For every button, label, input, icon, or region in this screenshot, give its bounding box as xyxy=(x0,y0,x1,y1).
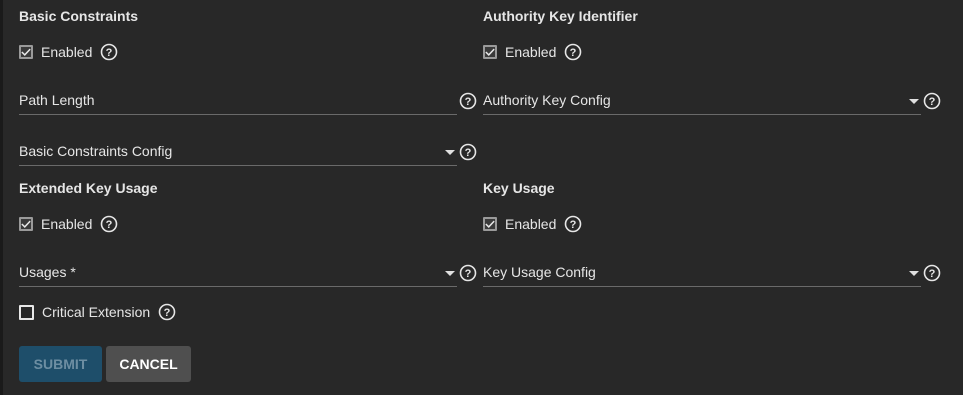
cancel-button[interactable]: CANCEL xyxy=(106,346,191,382)
key-usage-enabled-row[interactable]: Enabled ? xyxy=(483,214,582,234)
usages-select[interactable]: Usages * xyxy=(19,258,457,287)
basic-constraints-enabled-checkbox[interactable] xyxy=(19,45,33,59)
dropdown-caret-icon xyxy=(445,271,455,276)
help-circle-icon[interactable]: ? xyxy=(923,264,941,282)
svg-text:?: ? xyxy=(465,268,472,280)
key-usage-enabled-label: Enabled xyxy=(505,216,557,232)
path-length-field[interactable]: Path Length xyxy=(19,86,457,115)
svg-text:?: ? xyxy=(929,96,936,108)
key-usage-enabled-checkbox[interactable] xyxy=(483,217,497,231)
help-circle-icon[interactable]: ? xyxy=(459,143,477,161)
extended-key-usage-enabled-label: Enabled xyxy=(41,216,93,232)
svg-text:?: ? xyxy=(929,268,936,280)
help-circle-icon[interactable]: ? xyxy=(459,92,477,110)
help-circle-icon[interactable]: ? xyxy=(564,43,582,61)
svg-text:?: ? xyxy=(570,219,577,231)
authority-key-enabled-checkbox[interactable] xyxy=(483,45,497,59)
authority-key-config-select[interactable]: Authority Key Config xyxy=(483,86,921,115)
help-circle-icon[interactable]: ? xyxy=(923,92,941,110)
basic-constraints-config-label: Basic Constraints Config xyxy=(19,143,173,159)
critical-extension-label: Critical Extension xyxy=(42,304,151,320)
checkmark-icon xyxy=(485,48,495,56)
help-circle-icon[interactable]: ? xyxy=(158,303,176,321)
svg-text:?: ? xyxy=(465,96,472,108)
usages-label: Usages * xyxy=(19,264,76,280)
help-circle-icon[interactable]: ? xyxy=(564,215,582,233)
dropdown-caret-icon xyxy=(445,150,455,155)
form-frame xyxy=(0,0,963,395)
extended-key-usage-enabled-row[interactable]: Enabled ? xyxy=(19,214,118,234)
key-usage-heading: Key Usage xyxy=(483,180,555,196)
basic-constraints-heading: Basic Constraints xyxy=(19,8,139,24)
svg-text:?: ? xyxy=(465,147,472,159)
authority-key-enabled-row[interactable]: Enabled ? xyxy=(483,42,582,62)
help-circle-icon[interactable]: ? xyxy=(459,264,477,282)
help-circle-icon[interactable]: ? xyxy=(100,43,118,61)
authority-key-enabled-label: Enabled xyxy=(505,44,557,60)
checkmark-icon xyxy=(485,220,495,228)
authority-key-config-label: Authority Key Config xyxy=(483,92,611,108)
critical-extension-checkbox[interactable] xyxy=(19,304,34,320)
critical-extension-row[interactable]: Critical Extension ? xyxy=(19,302,176,322)
dropdown-caret-icon xyxy=(909,99,919,104)
authority-key-identifier-heading: Authority Key Identifier xyxy=(483,8,638,24)
dropdown-caret-icon xyxy=(909,271,919,276)
key-usage-config-select[interactable]: Key Usage Config xyxy=(483,258,921,287)
basic-constraints-config-select[interactable]: Basic Constraints Config xyxy=(19,137,457,166)
checkmark-icon xyxy=(21,220,31,228)
key-usage-config-label: Key Usage Config xyxy=(483,264,596,280)
basic-constraints-enabled-label: Enabled xyxy=(41,44,93,60)
submit-button[interactable]: SUBMIT xyxy=(19,346,102,382)
path-length-label: Path Length xyxy=(19,92,95,108)
svg-text:?: ? xyxy=(106,219,113,231)
svg-text:?: ? xyxy=(106,47,113,59)
svg-text:?: ? xyxy=(164,307,171,319)
extended-key-usage-heading: Extended Key Usage xyxy=(19,180,158,196)
basic-constraints-enabled-row[interactable]: Enabled ? xyxy=(19,42,118,62)
checkmark-icon xyxy=(21,48,31,56)
svg-text:?: ? xyxy=(570,47,577,59)
help-circle-icon[interactable]: ? xyxy=(100,215,118,233)
extended-key-usage-enabled-checkbox[interactable] xyxy=(19,217,33,231)
